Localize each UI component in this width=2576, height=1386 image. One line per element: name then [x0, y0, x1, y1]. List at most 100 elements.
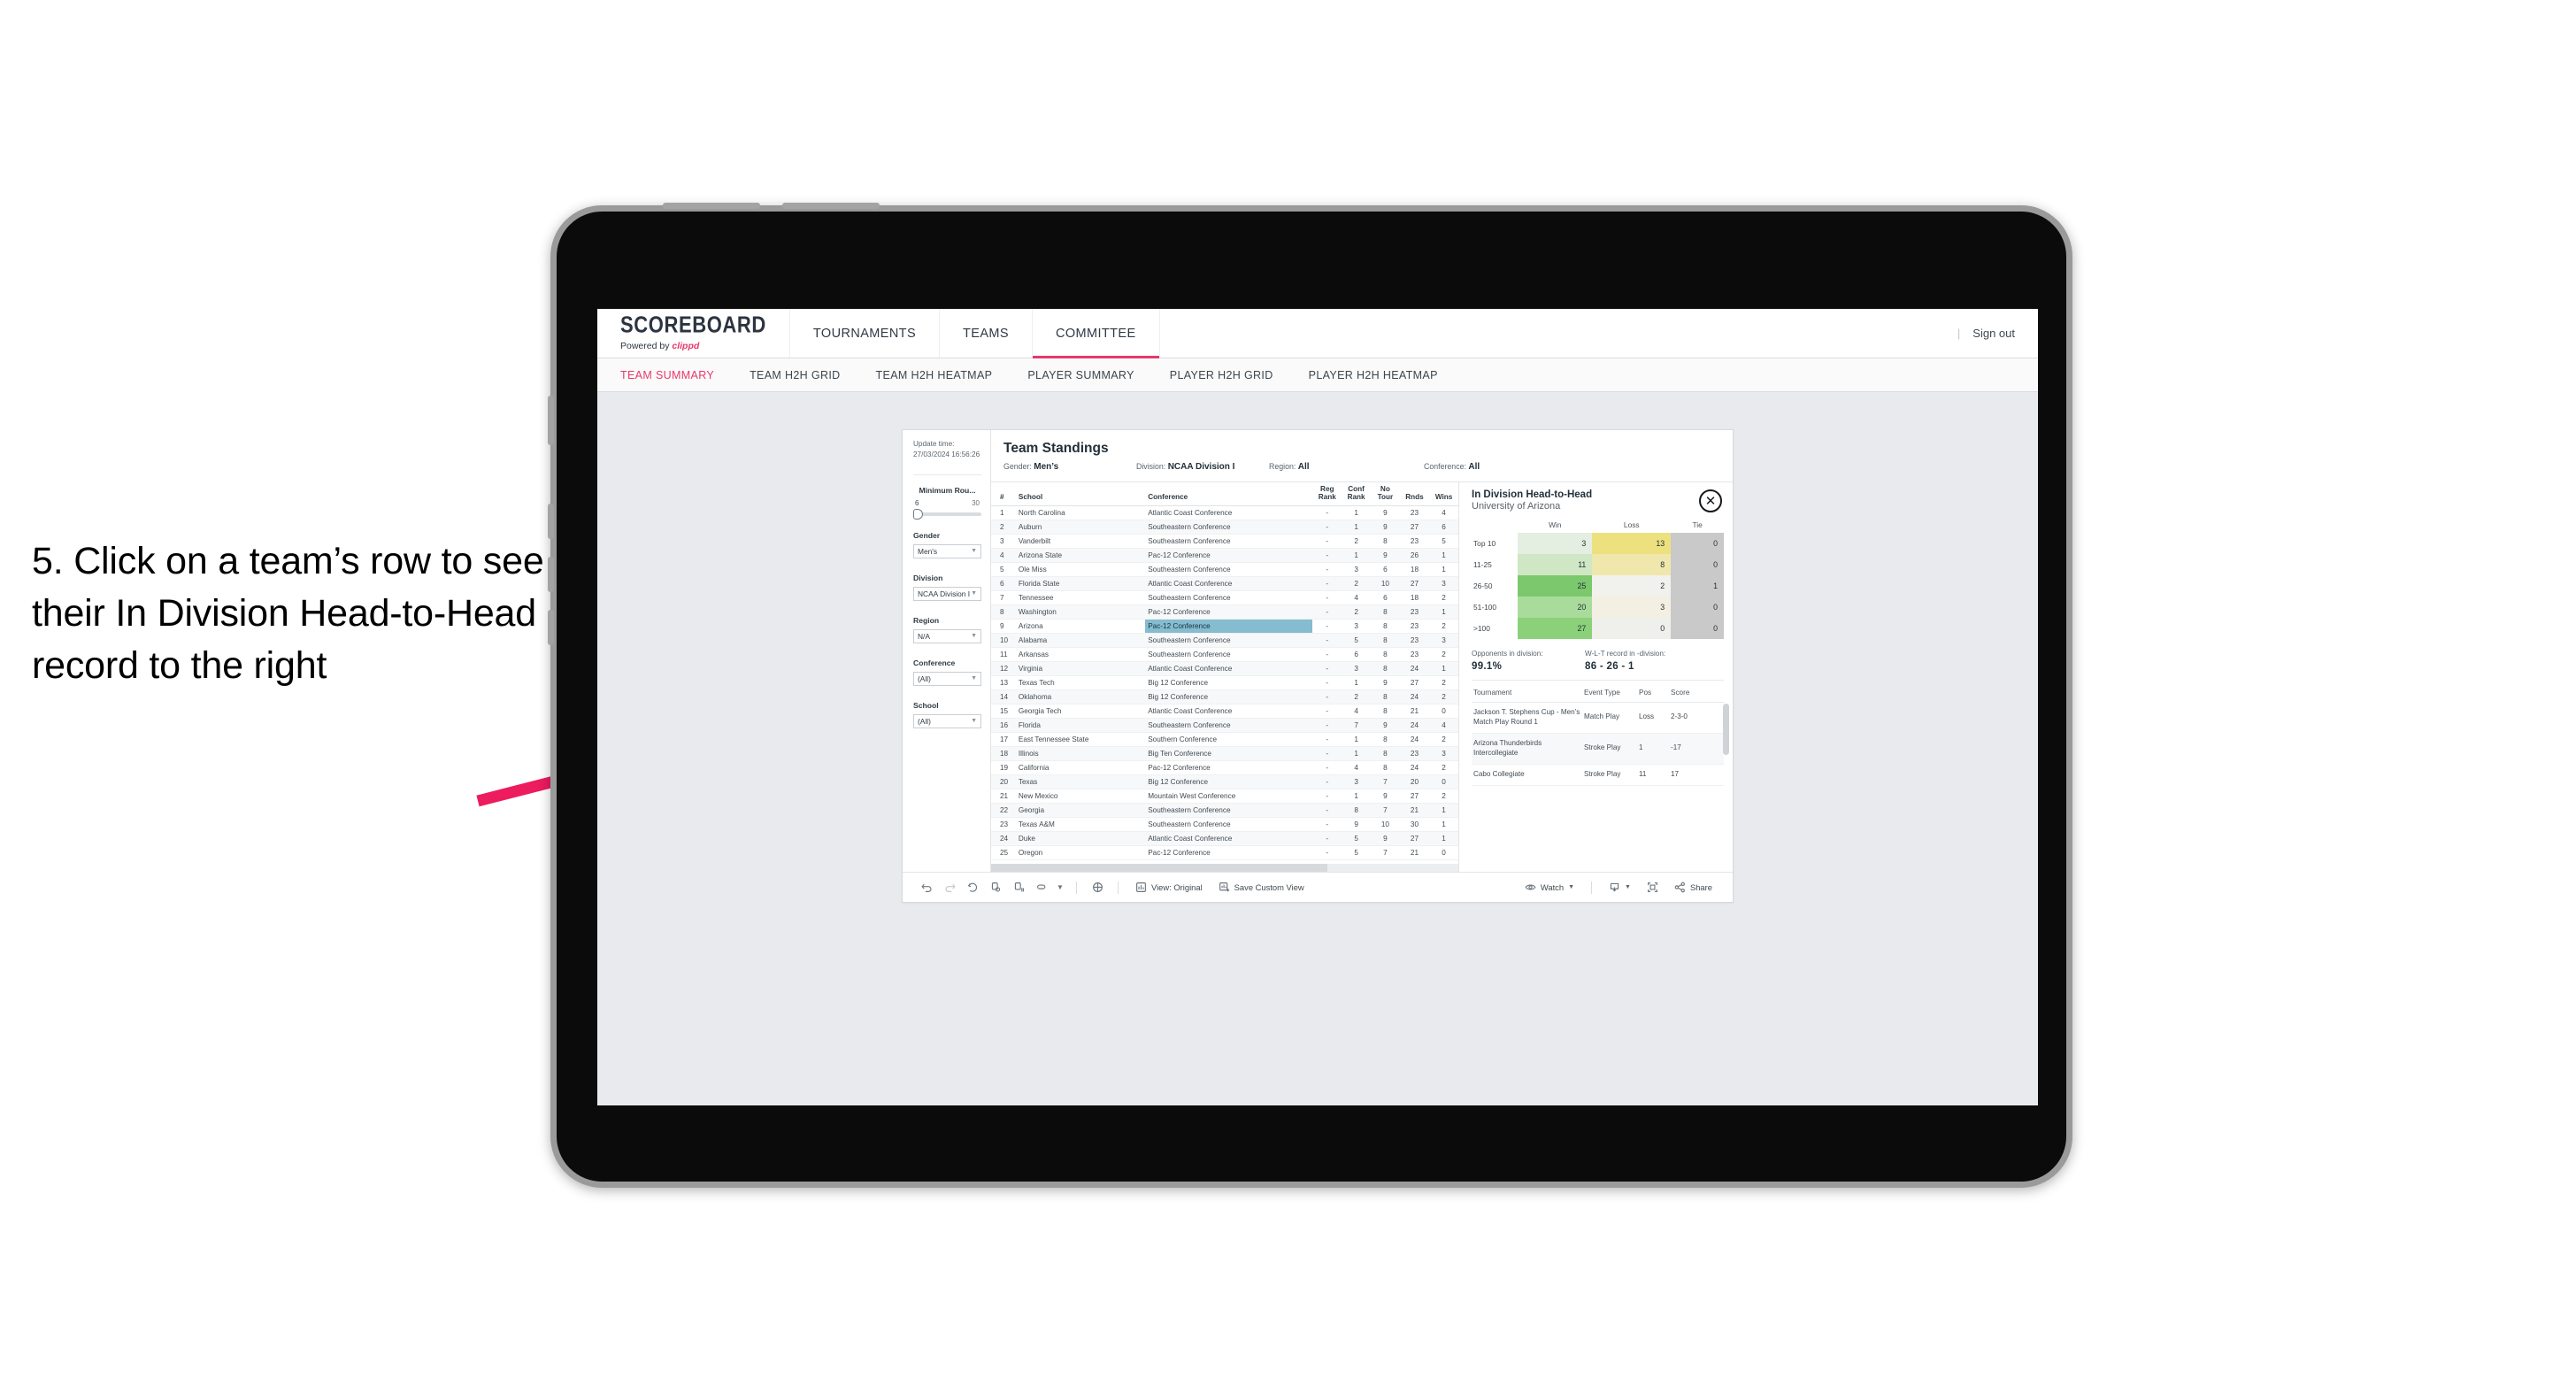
device-button-top-1 — [663, 203, 760, 209]
table-row[interactable]: 18 Illinois Big Ten Conference -1 8 23 3 — [991, 746, 1458, 761]
heatmap-cell-tie[interactable]: 0 — [1671, 618, 1724, 639]
table-row[interactable]: 17 East Tennessee State Southern Conferenc… — [991, 732, 1458, 747]
table-row[interactable]: 8 Washington Pac-12 Conference -2 8 23 1 — [991, 604, 1458, 620]
list-item[interactable]: Jackson T. Stephens Cup - Men’s Match Pl… — [1472, 702, 1724, 734]
cell-reg-rank: - — [1312, 675, 1342, 690]
heatmap-cell-win[interactable]: 20 — [1518, 597, 1593, 618]
tab-player-h2h-heatmap[interactable]: PLAYER H2H HEATMAP — [1309, 369, 1438, 381]
cell-school: Florida — [1015, 718, 1146, 733]
tab-team-h2h-heatmap[interactable]: TEAM H2H HEATMAP — [876, 369, 993, 381]
table-row[interactable]: 23 Texas A&M Southeastern Conference -9 10 30… — [991, 817, 1458, 832]
table-row[interactable]: 16 Florida Southeastern Conference -7 9 24 4 — [991, 718, 1458, 733]
table-row[interactable]: 6 Florida State Atlantic Coast Conference -… — [991, 576, 1458, 591]
heatmap-cell-loss[interactable]: 13 — [1592, 533, 1672, 554]
table-row[interactable]: 1 North Carolina Atlantic Coast Conference… — [991, 505, 1458, 520]
slider-handle[interactable] — [913, 508, 923, 520]
cell-conf-rank: 4 — [1342, 590, 1371, 605]
nav-item-committee[interactable]: COMMITTEE — [1032, 309, 1160, 358]
fullscreen-button[interactable] — [1639, 882, 1666, 893]
heatmap-col-loss: Loss — [1623, 520, 1640, 529]
table-row[interactable]: 24 Duke Atlantic Coast Conference -5 9 27 1 — [991, 831, 1458, 846]
conference-select[interactable]: (All) ▼ — [913, 671, 981, 686]
list-item[interactable]: Cabo Collegiate Stroke Play 11 17 — [1472, 764, 1724, 786]
download-button[interactable]: ▼ — [1601, 882, 1639, 893]
cell-no-tour: 9 — [1371, 505, 1400, 520]
rect-select-icon[interactable] — [1030, 882, 1053, 893]
table-row[interactable]: 21 New Mexico Mountain West Conference -1 9 2… — [991, 789, 1458, 804]
events-scrollbar[interactable] — [1723, 704, 1729, 755]
heatmap-cell-win[interactable]: 3 — [1518, 533, 1593, 554]
h2h-heatmap: Win Loss Tie Top 10 3 13 0 11-25 11 8 0 26-50 25 2… — [1472, 520, 1724, 639]
heatmap-cell-tie[interactable]: 0 — [1671, 554, 1724, 575]
heatmap-cell-tie[interactable]: 1 — [1671, 575, 1724, 597]
heatmap-cell-loss[interactable]: 8 — [1592, 554, 1672, 575]
cell-school: Washington — [1015, 604, 1146, 620]
heatmap-cell-win[interactable]: 25 — [1518, 575, 1593, 597]
revert-icon[interactable] — [961, 882, 984, 893]
scrollbar-thumb[interactable] — [991, 864, 1328, 872]
save-custom-view-button[interactable]: Save Custom View — [1211, 882, 1312, 893]
cell-no-tour: 10 — [1371, 817, 1400, 832]
horizontal-scrollbar[interactable] — [991, 864, 1458, 872]
close-icon[interactable]: ✕ — [1699, 489, 1722, 512]
table-row[interactable]: 2 Auburn Southeastern Conference -1 9 27 6 — [991, 520, 1458, 535]
table-row[interactable]: 11 Arkansas Southeastern Conference -6 8 23 2 — [991, 647, 1458, 662]
cell-reg-rank: - — [1312, 661, 1342, 676]
min-rounds-slider[interactable] — [913, 508, 981, 520]
heatmap-cell-loss[interactable]: 2 — [1592, 575, 1672, 597]
table-row[interactable]: 15 Georgia Tech Atlantic Coast Conference -… — [991, 704, 1458, 719]
heatmap-row-label: >100 — [1472, 618, 1518, 639]
update-time-label: Update time: — [913, 440, 955, 448]
region-select[interactable]: N/A ▼ — [913, 628, 981, 643]
pause-icon[interactable] — [1007, 882, 1030, 893]
page-title: Team Standings — [1003, 441, 1109, 456]
nav-item-teams[interactable]: TEAMS — [940, 309, 1033, 358]
share-button[interactable]: Share — [1666, 882, 1720, 893]
tab-player-h2h-grid[interactable]: PLAYER H2H GRID — [1170, 369, 1273, 381]
pan-globe-icon[interactable] — [1086, 882, 1109, 893]
table-row[interactable]: 9 Arizona Pac-12 Conference -3 8 23 2 — [991, 619, 1458, 634]
table-row[interactable]: 13 Texas Tech Big 12 Conference -1 9 27 2 — [991, 675, 1458, 690]
cell-conference: Big 12 Conference — [1145, 689, 1313, 705]
gender-select[interactable]: Men's ▼ — [913, 543, 981, 558]
heatmap-cell-win[interactable]: 11 — [1518, 554, 1593, 575]
chevron-down-icon[interactable]: ▼ — [1053, 883, 1067, 891]
brand-logo[interactable]: SCOREBOARD Powered by clippd — [597, 309, 790, 358]
table-row[interactable]: 20 Texas Big 12 Conference -3 7 20 0 — [991, 774, 1458, 789]
table-row[interactable]: 4 Arizona State Pac-12 Conference -1 9 26 1 — [991, 548, 1458, 563]
heatmap-cell-loss[interactable]: 3 — [1592, 597, 1672, 618]
view-original-button[interactable]: View: Original — [1127, 882, 1211, 893]
school-select[interactable]: (All) ▼ — [913, 713, 981, 728]
redo-icon[interactable] — [938, 882, 961, 893]
cell-conf-rank: 5 — [1342, 845, 1371, 860]
division-select[interactable]: NCAA Division I ▼ — [913, 586, 981, 601]
tab-team-summary[interactable]: TEAM SUMMARY — [620, 369, 714, 381]
cell-no-tour: 8 — [1371, 534, 1400, 549]
nav-item-tournaments[interactable]: TOURNAMENTS — [790, 309, 941, 358]
table-row[interactable]: 22 Georgia Southeastern Conference -8 7 21 1 — [991, 803, 1458, 818]
cell-no-tour: 9 — [1371, 520, 1400, 535]
heatmap-cell-tie[interactable]: 0 — [1671, 597, 1724, 618]
cell-rank: 19 — [991, 760, 1016, 775]
table-row[interactable]: 14 Oklahoma Big 12 Conference -2 8 24 2 — [991, 689, 1458, 705]
heatmap-cell-win[interactable]: 27 — [1518, 618, 1593, 639]
table-row[interactable]: 25 Oregon Pac-12 Conference -5 7 21 0 — [991, 845, 1458, 860]
cell-school: East Tennessee State — [1015, 732, 1146, 747]
tab-player-summary[interactable]: PLAYER SUMMARY — [1027, 369, 1134, 381]
heatmap-cell-tie[interactable]: 0 — [1671, 533, 1724, 554]
table-row[interactable]: 7 Tennessee Southeastern Conference -4 6 18 2 — [991, 590, 1458, 605]
table-row[interactable]: 3 Vanderbilt Southeastern Conference -2 8 23 5 — [991, 534, 1458, 549]
meta-division-value: NCAA Division I — [1167, 462, 1235, 472]
cell-conference: Big 12 Conference — [1145, 675, 1313, 690]
table-row[interactable]: 12 Virginia Atlantic Coast Conference -3 8 24… — [991, 661, 1458, 676]
sign-out-link[interactable]: Sign out — [1972, 327, 2015, 340]
table-row[interactable]: 5 Ole Miss Southeastern Conference -3 6 18 1 — [991, 562, 1458, 577]
table-row[interactable]: 10 Alabama Southeastern Conference -5 8 23 3 — [991, 633, 1458, 648]
heatmap-cell-loss[interactable]: 0 — [1592, 618, 1672, 639]
table-row[interactable]: 19 California Pac-12 Conference -4 8 24 2 — [991, 760, 1458, 775]
watch-button[interactable]: Watch ▼ — [1517, 882, 1582, 893]
refresh-icon[interactable] — [984, 882, 1007, 893]
list-item[interactable]: Arizona Thunderbirds Intercollegiate Stro… — [1472, 733, 1724, 765]
undo-icon[interactable] — [915, 882, 938, 893]
tab-team-h2h-grid[interactable]: TEAM H2H GRID — [750, 369, 840, 381]
